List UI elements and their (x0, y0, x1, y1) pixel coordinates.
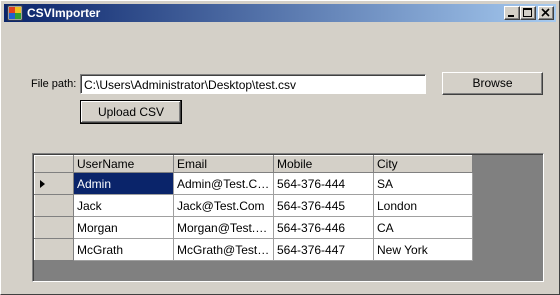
cell-email[interactable]: Morgan@Test.Com (173, 216, 274, 239)
minimize-icon (508, 15, 514, 17)
row-header[interactable] (34, 216, 74, 239)
cell-username[interactable]: Jack (73, 194, 174, 217)
cell-username[interactable]: Admin (73, 172, 174, 195)
table-row[interactable]: Admin Admin@Test.Com 564-376-444 SA (34, 172, 473, 195)
column-header-city[interactable]: City (373, 155, 473, 173)
column-header-mobile[interactable]: Mobile (273, 155, 374, 173)
browse-button[interactable]: Browse (442, 72, 543, 95)
grid-header-row: UserName Email Mobile City (34, 155, 473, 173)
column-header-username[interactable]: UserName (73, 155, 174, 173)
cell-email[interactable]: Jack@Test.Com (173, 194, 274, 217)
cell-mobile[interactable]: 564-376-446 (273, 216, 374, 239)
close-button[interactable] (538, 6, 554, 20)
title-bar[interactable]: CSVImporter (4, 4, 556, 22)
cell-username[interactable]: Morgan (73, 216, 174, 239)
table-row[interactable]: McGrath McGrath@Test.C... 564-376-447 Ne… (34, 238, 473, 261)
close-icon (541, 8, 550, 17)
cell-email[interactable]: McGrath@Test.C... (173, 238, 274, 261)
minimize-button[interactable] (504, 6, 520, 20)
cell-city[interactable]: SA (373, 172, 473, 195)
cell-username[interactable]: McGrath (73, 238, 174, 261)
row-header[interactable] (34, 194, 74, 217)
cell-mobile[interactable]: 564-376-445 (273, 194, 374, 217)
cell-mobile[interactable]: 564-376-444 (273, 172, 374, 195)
maximize-icon (523, 8, 532, 17)
file-path-label: File path: (31, 78, 77, 90)
maximize-button[interactable] (520, 6, 536, 20)
row-header[interactable] (34, 172, 74, 195)
app-icon (7, 5, 23, 21)
row-header[interactable] (34, 238, 74, 261)
grid-corner-header[interactable] (34, 155, 74, 173)
cell-city[interactable]: New York (373, 238, 473, 261)
table-row[interactable]: Jack Jack@Test.Com 564-376-445 London (34, 194, 473, 217)
data-grid-table: UserName Email Mobile City Admin Admin@T… (34, 155, 473, 261)
data-grid[interactable]: UserName Email Mobile City Admin Admin@T… (32, 153, 544, 282)
file-path-input[interactable]: C:\Users\Administrator\Desktop\test.csv (80, 74, 426, 94)
csvimporter-window: CSVImporter File path: C:\Users\Administ… (0, 0, 560, 295)
cell-city[interactable]: CA (373, 216, 473, 239)
cell-mobile[interactable]: 564-376-447 (273, 238, 374, 261)
column-header-email[interactable]: Email (173, 155, 274, 173)
cell-city[interactable]: London (373, 194, 473, 217)
current-row-arrow-icon (40, 180, 45, 188)
window-title: CSVImporter (27, 6, 101, 20)
cell-email[interactable]: Admin@Test.Com (173, 172, 274, 195)
upload-csv-button[interactable]: Upload CSV (80, 100, 182, 124)
table-row[interactable]: Morgan Morgan@Test.Com 564-376-446 CA (34, 216, 473, 239)
